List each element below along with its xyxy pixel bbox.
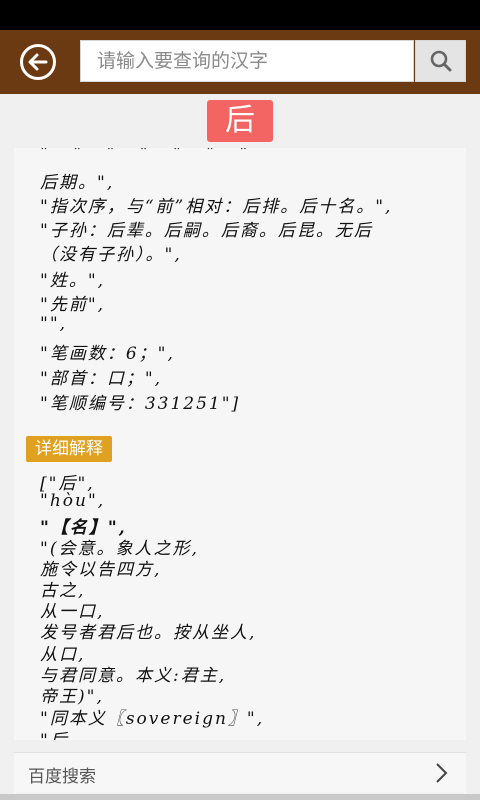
definition-content[interactable]: " " " " " " " 后期。", "指次序，与“前”相对：后排。后十名。"…	[14, 148, 466, 740]
back-button[interactable]	[20, 44, 56, 80]
search-box	[80, 40, 414, 82]
detail-line: "hòu",	[40, 491, 106, 511]
definition-line: "姓。",	[40, 271, 106, 291]
detail-line: "后,	[40, 726, 76, 740]
arrow-left-circle-icon	[28, 53, 48, 71]
header-bar	[0, 30, 480, 94]
bottom-edge	[0, 794, 480, 800]
definition-line: "",	[40, 314, 68, 334]
definition-line: "笔顺编号：331251"]	[40, 394, 241, 414]
definition-line: 后期。",	[40, 173, 115, 193]
status-bar	[0, 0, 480, 30]
chevron-right-icon	[436, 763, 448, 783]
clipped-text-line: " " " " " " "	[40, 148, 258, 162]
definition-line: "先前",	[40, 295, 106, 315]
definition-line: （没有子孙）。",	[40, 245, 182, 265]
section-label-detail: 详细解释	[26, 436, 112, 462]
definition-line: "子孙：后辈。后嗣。后裔。后昆。无后	[40, 221, 373, 241]
search-input[interactable]	[95, 49, 399, 73]
baidu-search-label: 百度搜索	[28, 767, 96, 787]
character-badge: 后	[207, 100, 273, 142]
definition-line: "指次序，与“前”相对：后排。后十名。",	[40, 197, 393, 217]
definition-line: "部首：口；",	[40, 369, 163, 389]
search-button[interactable]	[415, 40, 466, 82]
baidu-search-bar[interactable]: 百度搜索	[14, 752, 466, 793]
magnifier-icon	[430, 50, 451, 72]
definition-line: "笔画数：6；",	[40, 344, 175, 364]
